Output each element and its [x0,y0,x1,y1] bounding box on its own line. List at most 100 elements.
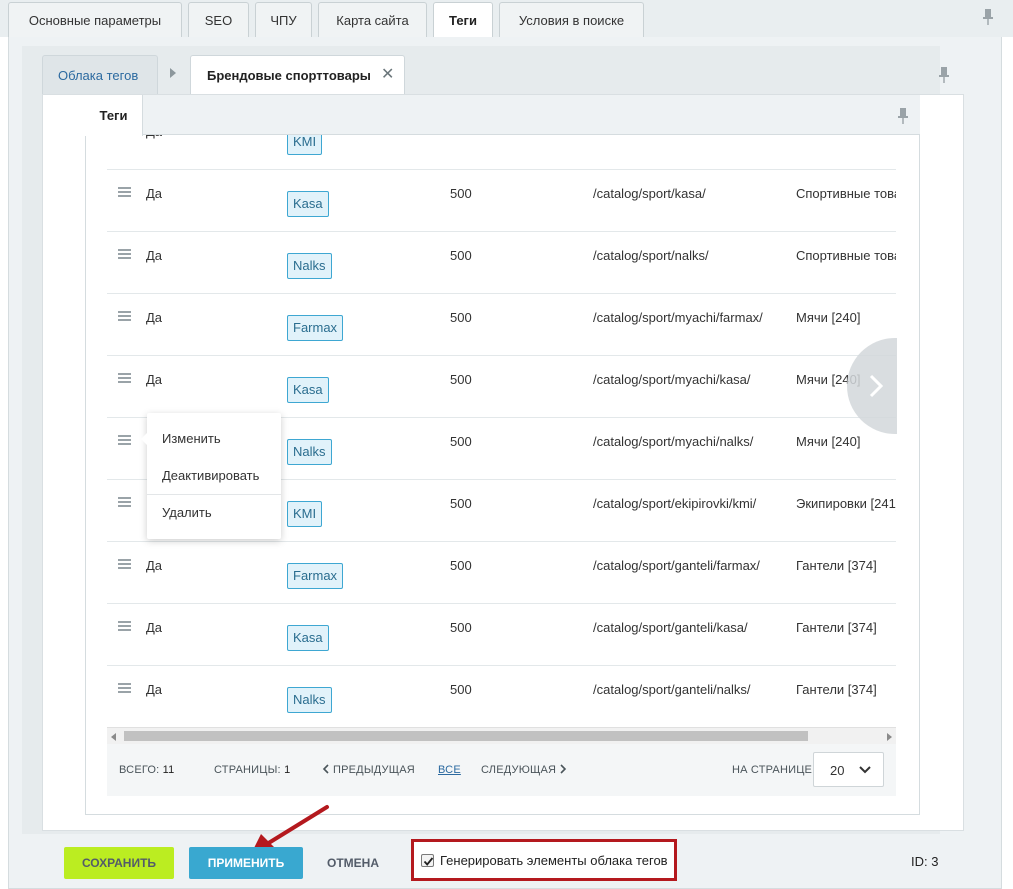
drag-handle-icon[interactable] [118,373,131,383]
next-label: СЛЕДУЮЩАЯ [481,764,557,776]
cell-sort: 500 [450,372,472,387]
total-value: 11 [162,764,175,776]
drag-handle-icon[interactable] [118,435,131,445]
menu-divider [147,494,281,495]
tag-label[interactable]: KMI [287,135,323,155]
table-row[interactable]: Да KMI [107,135,896,170]
cell-url: /catalog/sport/ekipirovki/kmi/ [593,496,757,511]
menu-item-deactivate[interactable]: Деактивировать [162,468,259,483]
table-row[interactable]: Да Nalks 500 /catalog/sport/ganteli/nalk… [107,666,896,727]
cell-url: /catalog/sport/myachi/farmax/ [593,310,763,325]
pin-icon[interactable] [937,66,951,84]
table-row[interactable]: Да Farmax 500 /catalog/sport/ganteli/far… [107,542,896,604]
cell-active: Да [146,372,163,387]
generate-cloud-checkbox[interactable] [421,854,434,867]
tag-label[interactable]: Nalks [287,687,332,713]
cell-active: Да [146,620,163,635]
tab-main-params[interactable]: Основные параметры [8,2,182,37]
tab-seo[interactable]: SEO [188,2,249,37]
drag-handle-icon[interactable] [118,249,131,259]
horizontal-scrollbar[interactable] [107,727,896,744]
tag-label[interactable]: Nalks [287,439,332,465]
cell-sort: 500 [450,496,472,511]
next-page-button[interactable]: СЛЕДУЮЩАЯ [481,764,567,776]
total-label: ВСЕГО: [119,764,160,776]
cell-url: /catalog/sport/ganteli/farmax/ [593,558,760,573]
per-page-value: 20 [830,763,845,778]
pages-label: СТРАНИЦЫ: [214,764,281,776]
menu-item-edit[interactable]: Изменить [162,431,221,446]
row-context-menu: Изменить Деактивировать Удалить [141,413,281,539]
pin-icon[interactable] [896,107,910,125]
all-pages-link[interactable]: ВСЕ [438,764,461,776]
subtab-brand-sports[interactable]: Брендовые спорттовары [190,55,405,95]
tab-search-conditions[interactable]: Условия в поиске [499,2,644,37]
table-row[interactable]: Да Kasa 500 /catalog/sport/kasa/ Спортив… [107,170,896,232]
cell-sort: 500 [450,558,472,573]
tab-sitemap[interactable]: Карта сайта [318,2,427,37]
tab-tags[interactable]: Теги [433,2,493,38]
cell-active: Да [146,558,163,573]
cell-url: /catalog/sport/ganteli/nalks/ [593,682,751,697]
cancel-button[interactable]: ОТМЕНА [315,847,391,879]
table-row[interactable]: Да Kasa 500 /catalog/sport/ganteli/kasa/… [107,604,896,666]
tag-label[interactable]: Farmax [287,315,344,341]
tab-chpu[interactable]: ЧПУ [255,2,312,37]
pages-count: СТРАНИЦЫ: 1 [214,764,290,776]
generate-cloud-label[interactable]: Генерировать элементы облака тегов [440,853,668,868]
pages-value: 1 [284,764,291,776]
cell-url: /catalog/sport/kasa/ [593,186,706,201]
inner-tab-bar [85,95,920,135]
subtab-tag-clouds[interactable]: Облака тегов [42,55,158,95]
cell-active: Да [146,248,163,263]
cell-active: Да [146,310,163,325]
tag-label[interactable]: Kasa [287,377,329,403]
drag-handle-icon[interactable] [118,559,131,569]
drag-handle-icon[interactable] [118,683,131,693]
drag-handle-icon[interactable] [118,621,131,631]
breadcrumb-arrow-icon [170,68,176,78]
apply-button[interactable]: ПРИМЕНИТЬ [189,847,303,879]
close-icon[interactable]: ✕ [381,67,394,83]
scroll-left-icon[interactable] [111,733,116,741]
cell-sort: 500 [450,434,472,449]
prev-page-button[interactable]: ПРЕДЫДУЩАЯ [322,764,415,776]
cell-url: /catalog/sport/nalks/ [593,248,709,263]
drag-handle-icon[interactable] [118,187,131,197]
pin-icon[interactable] [981,8,995,26]
cell-section: Гантели [374] [796,682,877,697]
cell-active: Да [146,186,163,201]
cell-section: Экипировки [241] [796,496,896,511]
table-row[interactable]: Да Nalks 500 /catalog/sport/nalks/ Спорт… [107,232,896,294]
tag-label[interactable]: Kasa [287,191,329,217]
cell-url: /catalog/sport/ganteli/kasa/ [593,620,748,635]
drag-handle-icon[interactable] [118,497,131,507]
cell-active: Да [146,135,162,139]
cell-url: /catalog/sport/myachi/kasa/ [593,372,751,387]
check-icon [423,857,434,866]
record-id: ID: 3 [911,854,939,869]
table-row[interactable]: Да Farmax 500 /catalog/sport/myachi/farm… [107,294,896,356]
cell-section: Спортивные това [796,248,896,263]
drag-handle-icon[interactable] [118,311,131,321]
save-button[interactable]: СОХРАНИТЬ [64,847,174,879]
tag-label[interactable]: Kasa [287,625,329,651]
cell-section: Мячи [240] [796,310,861,325]
total-count: ВСЕГО: 11 [119,764,175,776]
scrollbar-thumb[interactable] [124,731,808,741]
chevron-right-icon [560,764,567,774]
tag-label[interactable]: Farmax [287,563,344,589]
chevron-left-icon [322,764,329,774]
tag-label[interactable]: KMI [287,501,323,527]
per-page-select[interactable]: 20 [813,752,884,787]
cell-active: Да [146,682,163,697]
menu-item-delete[interactable]: Удалить [162,505,212,520]
tag-label[interactable]: Nalks [287,253,332,279]
table-row[interactable]: Да Kasa 500 /catalog/sport/myachi/kasa/ … [107,356,896,418]
scroll-right-icon[interactable] [887,733,892,741]
generate-cloud-option: Генерировать элементы облака тегов [411,839,677,881]
cell-section: Спортивные това [796,186,896,201]
inner-tab-tags[interactable]: Теги [85,95,143,136]
cell-sort: 500 [450,310,472,325]
per-page-label: НА СТРАНИЦЕ: [732,764,816,776]
